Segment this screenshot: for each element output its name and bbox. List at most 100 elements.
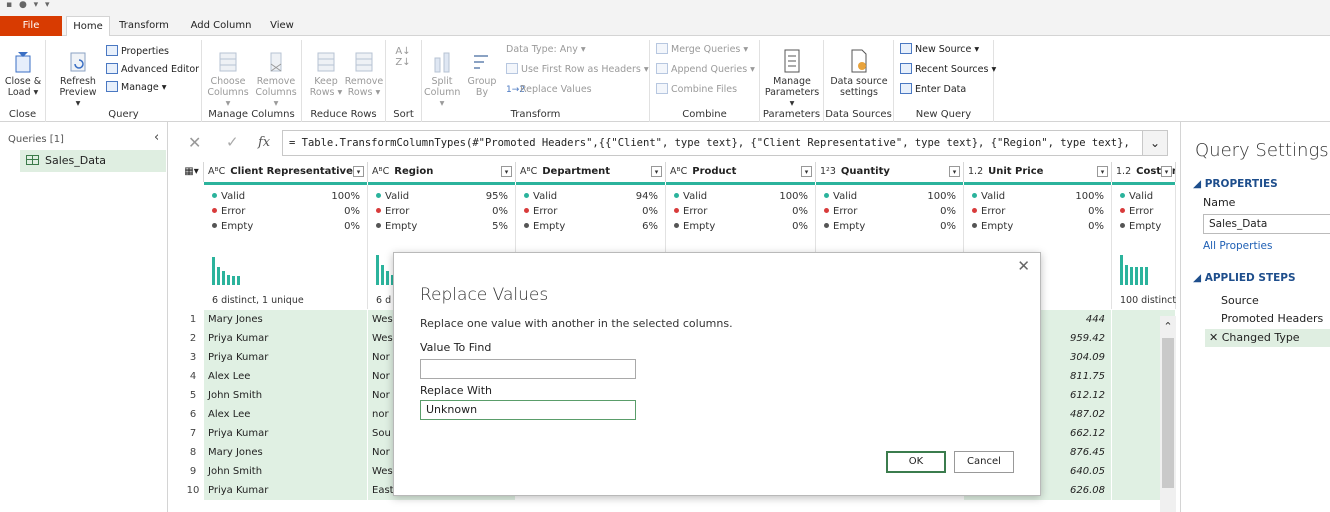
tab-transform[interactable]: Transform [114,16,174,36]
cell-client-representative[interactable]: Alex Lee [204,405,368,424]
distribution-bar [386,271,389,285]
cell-client-representative[interactable]: Mary Jones [204,310,368,329]
applied-steps-header[interactable]: ◢ APPLIED STEPS [1193,272,1296,284]
filter-dropdown-icon[interactable]: ▾ [1097,166,1108,177]
tab-view[interactable]: View [262,16,302,36]
column-type-icon[interactable]: 1²3 [820,166,836,177]
merge-queries-button[interactable]: Merge Queries ▾ [656,42,748,58]
distribution-bar [1145,267,1148,285]
ok-button[interactable]: OK [886,451,946,473]
data-type-dropdown[interactable]: Data Type: Any ▾ [506,42,586,58]
column-type-icon[interactable]: AᴮC [208,166,225,177]
enter-data-button[interactable]: Enter Data [900,82,966,98]
properties-section-header[interactable]: ◢ PROPERTIES [1193,178,1278,190]
column-type-icon[interactable]: AᴮC [372,166,389,177]
use-first-row-headers-button[interactable]: Use First Row as Headers ▾ [506,62,649,78]
group-by-button[interactable]: Group By [464,50,500,98]
profile-empty-label: Empty [824,221,865,232]
column-header[interactable]: AᴮC Client Representative ▾ [204,162,368,182]
cancel-formula-icon[interactable]: ✕ [188,133,201,152]
cell-client-representative[interactable]: Alex Lee [204,367,368,386]
advanced-editor-button[interactable]: Advanced Editor [106,62,199,78]
column-type-icon[interactable]: 1.2 [1116,166,1131,177]
close-load-button[interactable]: Close & Load ▾ [4,50,42,98]
sort-ascending-button[interactable]: A↓ Z↓ [392,46,414,68]
group-close: Close & Load ▾ Close [0,40,46,122]
value-to-find-input[interactable] [420,359,636,379]
all-properties-link[interactable]: All Properties [1203,240,1272,252]
fx-icon: fx [258,135,271,150]
remove-columns-button[interactable]: Remove Columns ▾ [252,50,300,109]
commit-formula-icon[interactable]: ✓ [226,133,239,151]
manage-parameters-button[interactable]: Manage Parameters ▾ [762,48,822,109]
column-type-icon[interactable]: AᴮC [670,166,687,177]
scroll-thumb[interactable] [1162,338,1174,488]
cell-client-representative[interactable]: Mary Jones [204,443,368,462]
split-column-button[interactable]: Split Column ▾ [424,50,460,109]
new-source-button[interactable]: New Source ▾ [900,42,979,58]
cell-client-representative[interactable]: Priya Kumar [204,424,368,443]
properties-button[interactable]: Properties [106,44,169,60]
cell-client-representative[interactable]: John Smith [204,462,368,481]
cell-client-representative[interactable]: John Smith [204,386,368,405]
delete-step-icon[interactable]: ✕ [1209,331,1222,344]
query-name-input[interactable]: Sales_Data [1203,214,1330,234]
column-header[interactable]: AᴮC Region ▾ [368,162,516,182]
vertical-scrollbar[interactable]: ⌃ [1160,316,1176,512]
cell-client-representative[interactable]: Priya Kumar [204,329,368,348]
step-changed-type[interactable]: ✕ Changed Type [1205,329,1330,347]
distinct-count: 100 distinct, [1120,295,1176,306]
quick-access-toolbar[interactable]: ▪ ● ▾ ▾ [6,0,52,10]
filter-dropdown-icon[interactable]: ▾ [949,166,960,177]
remove-rows-button[interactable]: Remove Rows ▾ [344,50,384,98]
expand-formula-icon[interactable]: ⌄ [1142,130,1168,156]
cancel-button[interactable]: Cancel [954,451,1014,473]
filter-dropdown-icon[interactable]: ▾ [501,166,512,177]
formula-input[interactable]: = Table.TransformColumnTypes(#"Promoted … [282,130,1146,156]
recent-sources-button[interactable]: Recent Sources ▾ [900,62,996,78]
profile-error-value: 0% [940,206,956,217]
filter-dropdown-icon[interactable]: ▾ [1161,166,1172,177]
distribution-bar [381,265,384,285]
tab-home[interactable]: Home [66,16,110,36]
combine-files-button[interactable]: Combine Files [656,82,737,98]
replace-values-dialog: ✕ Replace Values Replace one value with … [393,252,1041,496]
group-label: New Query [915,109,972,120]
step-source[interactable]: Source [1221,294,1259,307]
close-icon[interactable]: ✕ [1017,257,1030,275]
column-header-label: Client Representative [230,166,353,177]
cell-client-representative[interactable]: Priya Kumar [204,348,368,367]
choose-columns-button[interactable]: Choose Columns ▾ [204,50,252,109]
append-queries-button[interactable]: Append Queries ▾ [656,62,755,78]
column-header[interactable]: 1.2Cost Pric▾ [1112,162,1176,182]
replace-values-button[interactable]: 1→2Replace Values [506,82,592,98]
column-type-icon[interactable]: AᴮC [520,166,537,177]
group-label: Sort [393,109,414,120]
manage-button[interactable]: Manage ▾ [106,80,167,96]
keep-rows-button[interactable]: Keep Rows ▾ [308,50,344,98]
scroll-up-icon[interactable]: ⌃ [1160,320,1176,333]
group-sort: A↓ Z↓ Sort [386,40,422,122]
column-header[interactable]: 1.2 Unit Price ▾ [964,162,1112,182]
column-header[interactable]: AᴮC Product ▾ [666,162,816,182]
filter-dropdown-icon[interactable]: ▾ [801,166,812,177]
profile-empty-label: Empty [376,221,417,232]
refresh-preview-button[interactable]: Refresh Preview ▾ [56,50,100,109]
query-item-sales-data[interactable]: Sales_Data [20,150,166,172]
replace-with-input[interactable]: Unknown [420,400,636,420]
filter-dropdown-icon[interactable]: ▾ [651,166,662,177]
distribution-bar [237,276,240,285]
filter-dropdown-icon[interactable]: ▾ [353,166,364,177]
table-menu-icon[interactable]: ▦▾ [180,162,204,182]
profile-empty-label: Empty [674,221,715,232]
data-source-settings-button[interactable]: Data source settings [826,48,892,98]
column-type-icon[interactable]: 1.2 [968,166,983,177]
tab-file[interactable]: File [0,16,62,36]
tab-add-column[interactable]: Add Column [186,16,256,36]
cell-client-representative[interactable]: Priya Kumar [204,481,368,500]
step-promoted-headers[interactable]: Promoted Headers [1221,312,1323,325]
column-header[interactable]: AᴮC Department ▾ [516,162,666,182]
queries-pane: Queries [1] ‹ Sales_Data [0,122,168,512]
collapse-pane-icon[interactable]: ‹ [154,130,159,145]
column-header[interactable]: 1²3 Quantity ▾ [816,162,964,182]
